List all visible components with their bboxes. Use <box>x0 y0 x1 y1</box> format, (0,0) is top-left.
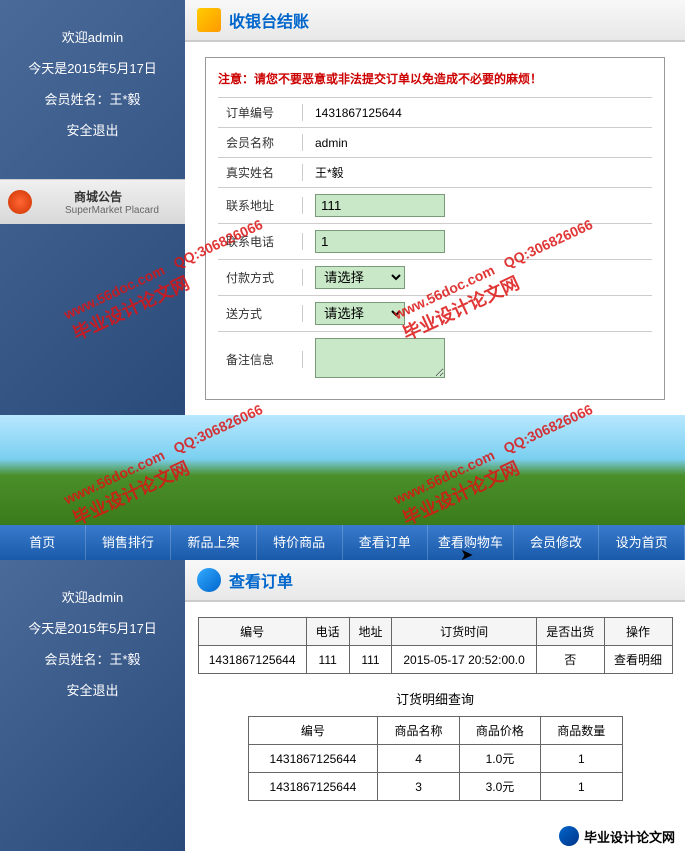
member-text: 会员姓名：王*毅 <box>0 89 185 108</box>
pay-select[interactable]: 请选择 <box>315 266 405 289</box>
nav-homepage[interactable]: 设为首页 <box>599 525 685 560</box>
nav-special[interactable]: 特价商品 <box>257 525 343 560</box>
col-no: 编号 <box>198 618 306 646</box>
footer-logo: 毕业设计论文网 <box>559 826 675 846</box>
nav-member[interactable]: 会员修改 <box>514 525 600 560</box>
sidebar-top: 欢迎admin 今天是2015年5月17日 会员姓名：王*毅 安全退出 商城公告… <box>0 0 185 415</box>
dcol-name: 商品名称 <box>378 717 459 745</box>
watermark: www.56doc.com QQ:306826066 毕业设计论文网 <box>61 401 276 531</box>
nav-home[interactable]: 首页 <box>0 525 86 560</box>
cursor-icon: ➤ <box>460 545 473 565</box>
warning-text: 注意：请您不要恶意或非法提交订单以免造成不必要的麻烦！ <box>218 70 652 87</box>
table-row: 1431867125644 4 1.0元 1 <box>248 745 622 773</box>
checkout-title: 收银台结账 <box>229 8 309 32</box>
speaker-icon <box>8 190 32 214</box>
placard-subtitle: SuperMarket Placard <box>65 205 159 216</box>
dcol-price: 商品价格 <box>459 717 540 745</box>
member-text: 会员姓名：王*毅 <box>0 649 185 668</box>
checkout-panel: 收银台结账 注意：请您不要恶意或非法提交订单以免造成不必要的麻烦！ 订单编号 1… <box>185 0 685 415</box>
footer-text: 毕业设计论文网 <box>584 827 675 846</box>
sidebar-bottom: 欢迎admin 今天是2015年5月17日 会员姓名：王*毅 安全退出 <box>0 560 185 851</box>
col-time: 订货时间 <box>392 618 536 646</box>
nav-ranking[interactable]: 销售排行 <box>86 525 172 560</box>
phone-input[interactable] <box>315 230 445 253</box>
address-input[interactable] <box>315 194 445 217</box>
table-row: 1431867125644 111 111 2015-05-17 20:52:0… <box>198 646 672 674</box>
real-name-value: 王*毅 <box>303 164 652 181</box>
date-text: 今天是2015年5月17日 <box>0 58 185 77</box>
search-icon <box>197 568 221 592</box>
welcome-text: 欢迎admin <box>0 27 185 46</box>
col-address: 地址 <box>349 618 392 646</box>
remark-label: 备注信息 <box>218 351 303 368</box>
checkout-icon <box>197 8 221 32</box>
table-row: 1431867125644 3 3.0元 1 <box>248 773 622 801</box>
placard-panel: 商城公告 SuperMarket Placard <box>0 179 185 224</box>
welcome-text: 欢迎admin <box>0 587 185 606</box>
detail-table: 编号 商品名称 商品价格 商品数量 1431867125644 4 1.0元 1… <box>248 716 623 801</box>
order-panel: 查看订单 编号 电话 地址 订货时间 是否出货 操作 1431867125644… <box>185 560 685 851</box>
address-label: 联系地址 <box>218 197 303 214</box>
panel-header: 收银台结账 <box>185 0 685 42</box>
watermark: www.56doc.com QQ:306826066 毕业设计论文网 <box>391 401 606 531</box>
pay-label: 付款方式 <box>218 269 303 286</box>
member-name-label: 会员名称 <box>218 134 303 151</box>
placard-title: 商城公告 <box>37 188 159 205</box>
order-no-value: 1431867125644 <box>303 106 652 120</box>
phone-label: 联系电话 <box>218 233 303 250</box>
ship-label: 送方式 <box>218 305 303 322</box>
nav-orders[interactable]: 查看订单 <box>343 525 429 560</box>
logo-icon <box>559 826 579 846</box>
order-table: 编号 电话 地址 订货时间 是否出货 操作 1431867125644 111 … <box>198 617 673 674</box>
member-name-value: admin <box>303 136 652 150</box>
logout-link[interactable]: 安全退出 <box>0 680 185 699</box>
dcol-qty: 商品数量 <box>541 717 622 745</box>
date-text: 今天是2015年5月17日 <box>0 618 185 637</box>
ship-select[interactable]: 请选择 <box>315 302 405 325</box>
logout-link[interactable]: 安全退出 <box>0 120 185 139</box>
order-no-label: 订单编号 <box>218 104 303 121</box>
remark-textarea[interactable] <box>315 338 445 378</box>
order-view-title: 查看订单 <box>229 568 293 592</box>
col-action: 操作 <box>604 618 672 646</box>
dcol-no: 编号 <box>248 717 378 745</box>
detail-title: 订货明细查询 <box>185 689 685 708</box>
main-navbar: 首页 销售排行 新品上架 特价商品 查看订单 查看购物车 会员修改 设为首页 ➤ <box>0 525 685 560</box>
checkout-form: 注意：请您不要恶意或非法提交订单以免造成不必要的麻烦！ 订单编号 1431867… <box>205 57 665 400</box>
col-phone: 电话 <box>306 618 349 646</box>
real-name-label: 真实姓名 <box>218 164 303 181</box>
nav-new[interactable]: 新品上架 <box>171 525 257 560</box>
banner-image: www.56doc.com QQ:306826066 毕业设计论文网 www.5… <box>0 415 685 525</box>
view-detail-link[interactable]: 查看明细 <box>614 653 662 667</box>
panel-header: 查看订单 <box>185 560 685 602</box>
col-shipped: 是否出货 <box>536 618 604 646</box>
